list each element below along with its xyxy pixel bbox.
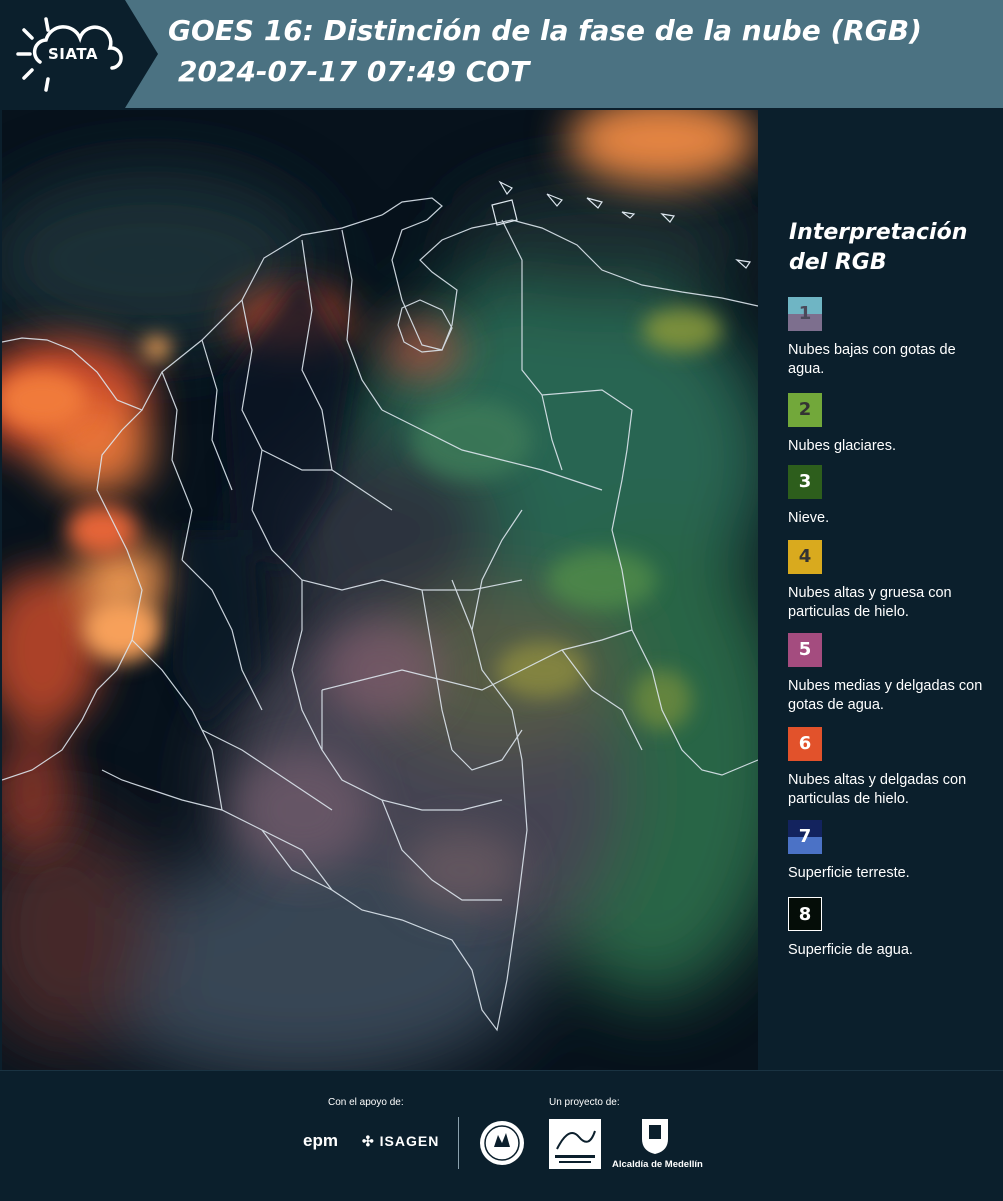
legend-swatch: 4 — [788, 540, 822, 574]
area-metropolitana-logo — [549, 1119, 601, 1173]
project-caption: Un proyecto de: — [549, 1097, 620, 1108]
siata-logo: SIATA — [0, 0, 160, 108]
legend-swatch: 1 — [788, 297, 822, 331]
page-timestamp: 2024-07-17 07:49 COT — [178, 55, 530, 88]
legend-number: 3 — [798, 471, 812, 492]
siata-logo-text: SIATA — [48, 45, 99, 63]
legend-description: Nieve. — [788, 510, 830, 526]
legend-item: 7 Superficie terreste. — [788, 820, 988, 883]
legend-swatch: 5 — [788, 633, 822, 667]
support-caption: Con el apoyo de: — [328, 1097, 404, 1108]
satellite-map — [2, 110, 758, 1070]
legend-number: 1 — [798, 303, 812, 324]
legend-item: 1 Nubes bajas con gotas de agua. — [788, 297, 988, 379]
legend-item: 3 Nieve. — [788, 465, 988, 528]
legend-number: 8 — [798, 904, 812, 925]
legend-description: Nubes medias y delgadas con gotas de agu… — [788, 678, 983, 713]
footer: Con el apoyo de: Un proyecto de: epm ✣ I… — [0, 1070, 1003, 1201]
alcaldia-label: Alcaldía de Medellín — [612, 1159, 703, 1170]
page-title: GOES 16: Distinción de la fase de la nub… — [168, 14, 922, 47]
legend-swatch: 7 — [788, 820, 822, 854]
isagen-label: ISAGEN — [379, 1133, 440, 1149]
legend-number: 6 — [798, 733, 812, 754]
legend-item: 8 Superficie de agua. — [788, 897, 988, 960]
legend-description: Superficie terreste. — [788, 865, 910, 881]
metropolitan-seal-logo — [478, 1119, 526, 1171]
legend-description: Superficie de agua. — [788, 942, 913, 958]
legend-swatch: 8 — [788, 897, 822, 931]
legend-number: 4 — [798, 546, 812, 567]
legend-swatch: 3 — [788, 465, 822, 499]
legend-description: Nubes altas y gruesa con particulas de h… — [788, 585, 952, 620]
footer-divider — [458, 1117, 459, 1169]
isagen-logo: ✣ ISAGEN — [362, 1133, 439, 1150]
legend-title: Interpretación del RGB — [789, 220, 968, 275]
rgb-legend: Interpretación del RGB 1 Nubes bajas con … — [762, 110, 1003, 1070]
epm-logo: epm — [303, 1131, 338, 1150]
legend-description: Nubes glaciares. — [788, 438, 896, 454]
header-bar: SIATA GOES 16: Distinción de la fase de … — [0, 0, 1003, 108]
legend-swatch: 6 — [788, 727, 822, 761]
alcaldia-shield-logo — [640, 1117, 670, 1159]
legend-description: Nubes bajas con gotas de agua. — [788, 342, 956, 377]
legend-item: 6 Nubes altas y delgadas con particulas d… — [788, 727, 988, 809]
legend-number: 2 — [798, 399, 812, 420]
isagen-icon: ✣ — [362, 1133, 380, 1149]
legend-item: 4 Nubes altas y gruesa con particulas de … — [788, 540, 988, 622]
legend-item: 5 Nubes medias y delgadas con gotas de ag… — [788, 633, 988, 715]
legend-item: 2 Nubes glaciares. — [788, 393, 988, 456]
legend-number: 7 — [798, 826, 812, 847]
legend-description: Nubes altas y delgadas con particulas de… — [788, 772, 967, 807]
legend-swatch: 2 — [788, 393, 822, 427]
legend-number: 5 — [798, 639, 812, 660]
